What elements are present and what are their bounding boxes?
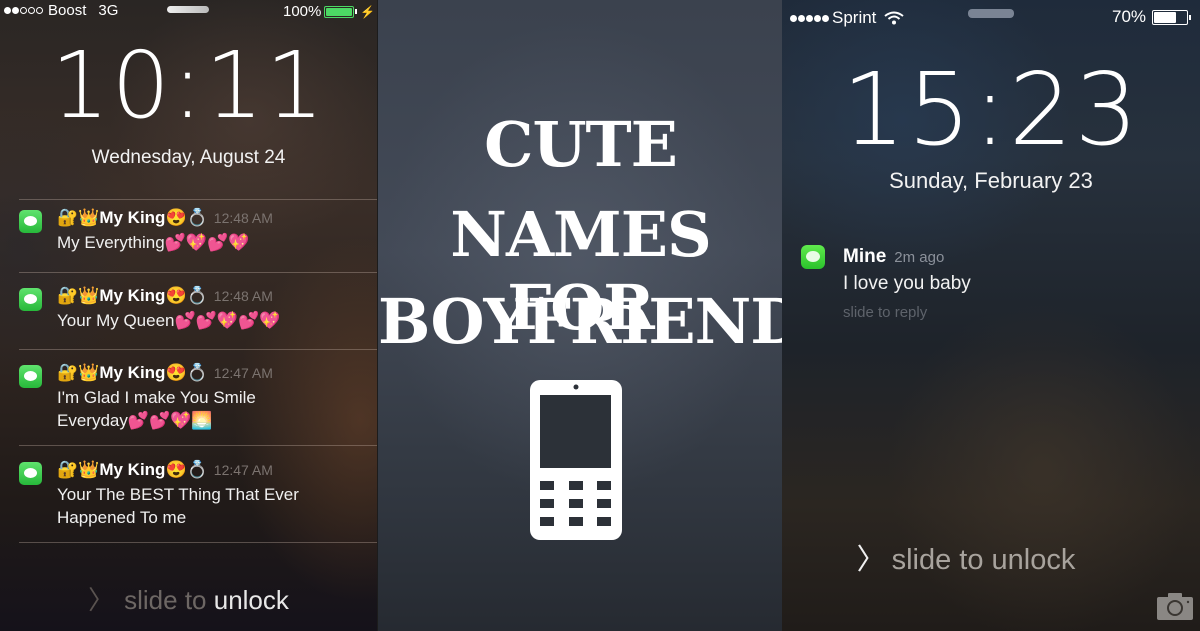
chevron-right-icon: 〉 [88,585,115,615]
mobile-phone-icon [530,380,622,540]
notch-pill [167,6,209,13]
status-bar: Boost 3G 100% ⚡ [0,0,377,20]
left-lockscreen: Boost 3G 100% ⚡ 10:11 Wednesday, August … [0,0,377,631]
signal-dots: Sprint [790,8,905,28]
notification-item[interactable]: 🔐👑My King😍💍 12:48 AM Your My Queen💕💕💖💕💖 [0,278,377,350]
messages-app-icon [19,210,42,233]
lock-date: Sunday, February 23 [889,168,1093,193]
wifi-icon [884,11,905,25]
title-line: BOYFRIEND [378,285,784,358]
messages-app-icon [801,245,825,269]
notification-body: Your My Queen💕💕💖💕💖 [57,311,281,330]
title-panel: CUTE NAMES FOR BOYFRIEND [377,0,784,631]
notification-body: I love you baby [843,273,971,294]
notification-time: 2m ago [894,249,945,266]
slide-to-unlock[interactable]: 〉 slide to unlock [0,580,377,617]
carrier-label: Boost [48,2,87,19]
notification-time: 12:48 AM [213,288,273,304]
network-label: 3G [98,2,119,19]
slide-to-reply[interactable]: slide to reply [843,304,927,321]
notification-sender: 🔐👑My King😍💍 [57,208,208,227]
divider [19,542,377,543]
lock-time: 10:11 [50,32,327,139]
status-bar: Sprint 70% [782,6,1200,28]
slide-label: slide to unlock [891,544,1076,576]
battery-percent: 70% [1112,7,1147,26]
notification-item[interactable]: 🔐👑My King😍💍 12:47 AM I'm Glad I make You … [0,355,377,445]
notch-pill [968,9,1014,18]
battery-indicator: 70% [1112,7,1192,27]
notification-sender: Mine [843,246,887,267]
lock-time: 15:23 [841,51,1141,168]
slide-highlight: unlock [213,585,289,615]
notification-item[interactable]: 🔐👑My King😍💍 12:47 AM Your The BEST Thing … [0,452,377,542]
divider [19,445,377,446]
lock-date: Wednesday, August 24 [91,147,286,168]
slide-to-unlock[interactable]: 〉 slide to unlock [782,536,1200,578]
messages-app-icon [19,288,42,311]
notification-sender: 🔐👑My King😍💍 [57,286,208,305]
camera-icon[interactable] [1157,592,1193,620]
messages-app-icon [19,365,42,388]
notification-item[interactable]: 🔐👑My King😍💍 12:48 AM My Everything💕💖💕💖 [0,200,377,275]
signal-dots: Boost 3G [4,2,118,19]
notification-time: 12:48 AM [213,210,273,226]
notification-time: 12:47 AM [213,462,273,478]
notification-body: Your The BEST Thing That Ever Happened T… [57,485,299,527]
chevron-right-icon: 〉 [856,544,886,576]
battery-fill [326,7,353,16]
notification-time: 12:47 AM [213,365,273,381]
battery-percent: 100% [283,3,322,20]
notification-sender: 🔐👑My King😍💍 [57,363,208,382]
notification-body: My Everything💕💖💕💖 [57,233,250,252]
slide-prefix: slide to [124,585,214,615]
messages-app-icon [19,462,42,485]
divider [19,272,377,273]
notification-item[interactable]: Mine 2m ago [843,246,944,268]
bolt-icon: ⚡ [360,4,376,19]
carrier-label: Sprint [832,8,877,27]
title-line: CUTE [484,108,678,181]
divider [19,349,377,350]
battery-indicator: 100% ⚡ [283,3,375,20]
right-lockscreen: Sprint 70% 15:23 Sunday, February 23 Min… [782,0,1200,631]
battery-fill [1154,11,1177,23]
notification-sender: 🔐👑My King😍💍 [57,460,208,479]
notification-body: I'm Glad I make You Smile Everyday💕💕💖🌅 [57,388,256,430]
